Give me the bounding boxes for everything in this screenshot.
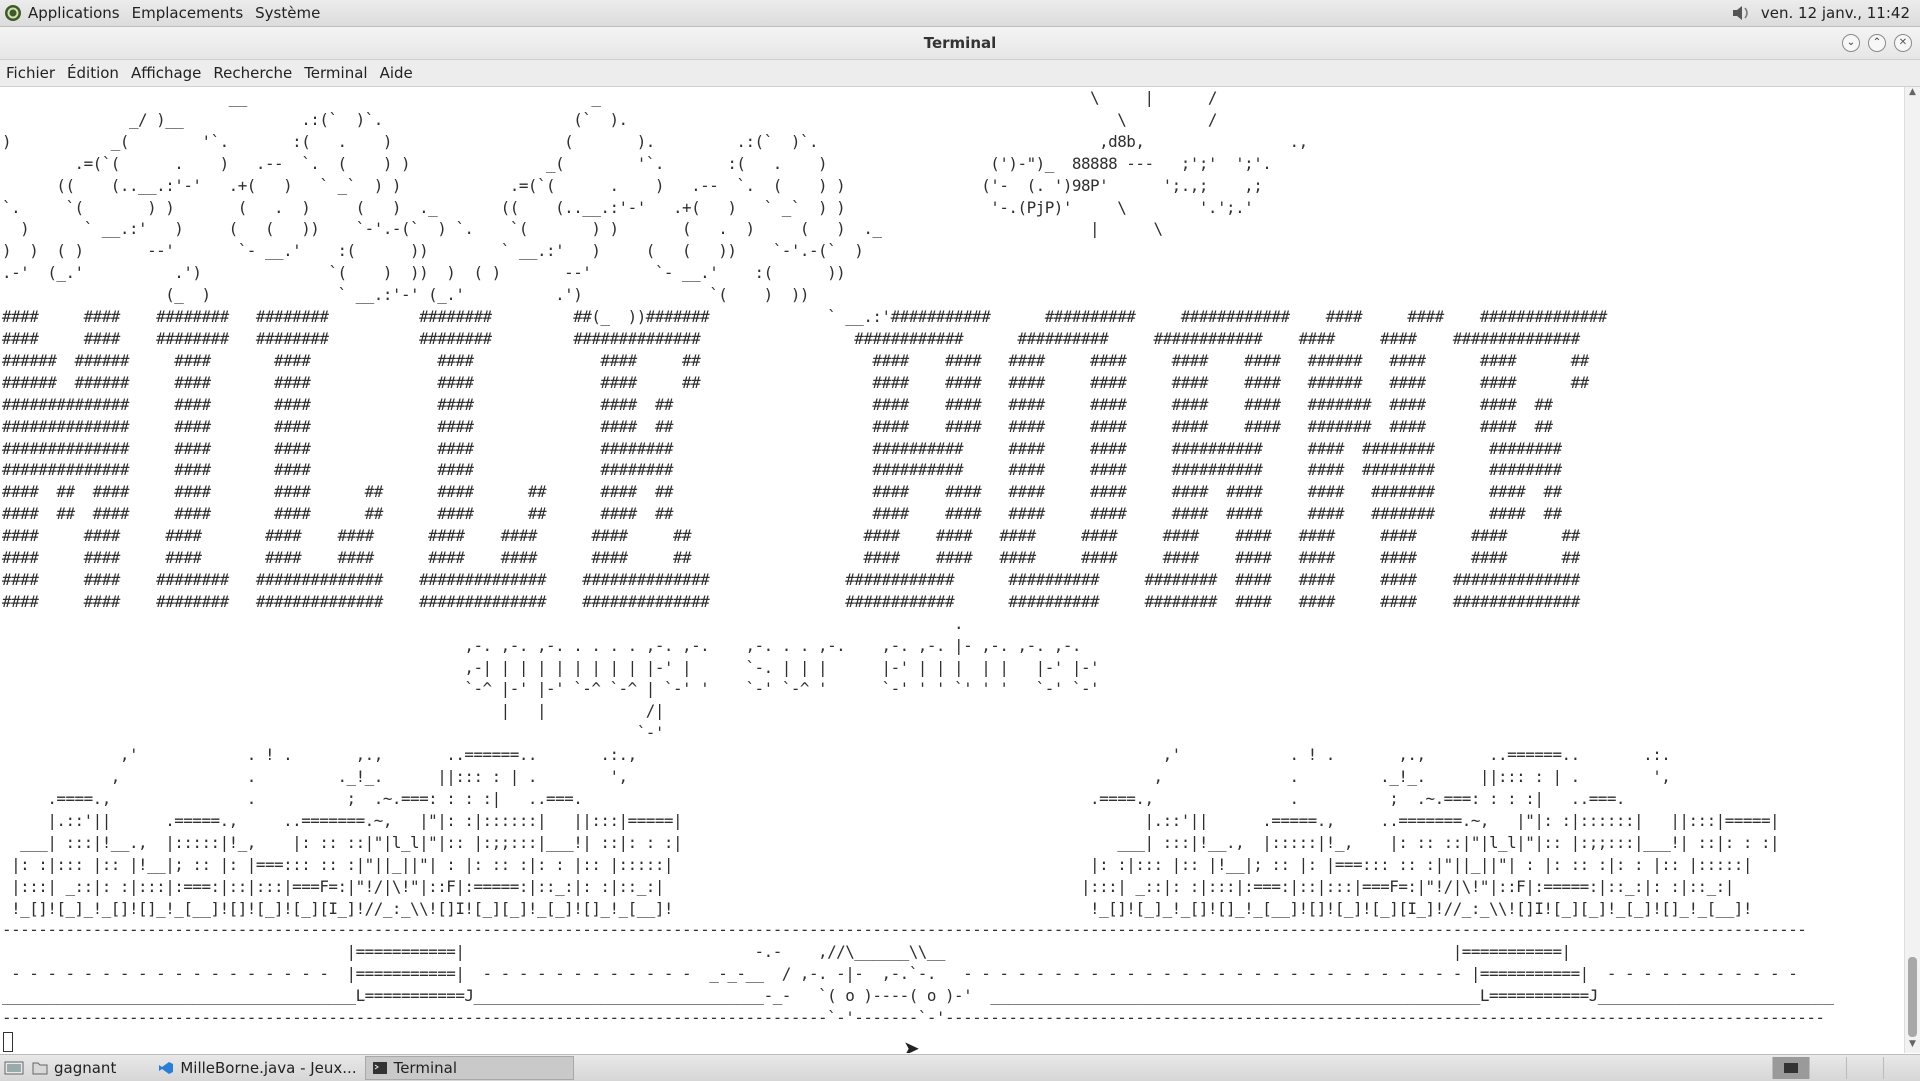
menu-applications[interactable]: Applications: [28, 4, 120, 22]
window-title-bar[interactable]: Terminal ⌄ ⌃ ✕: [0, 27, 1920, 60]
menu-affichage[interactable]: Affichage: [125, 64, 207, 82]
menu-recherche[interactable]: Recherche: [207, 64, 298, 82]
minimize-icon[interactable]: ⌄: [1842, 34, 1860, 52]
terminal-area[interactable]: __ _ \ | / _/ )__ .:(` )`. (` ). \ /) _…: [0, 87, 1905, 1053]
window-title: Terminal: [923, 34, 997, 52]
folder-icon: [32, 1062, 48, 1075]
workspace-4[interactable]: [1883, 1057, 1920, 1079]
window-controls: ⌄ ⌃ ✕: [1842, 27, 1912, 59]
taskbar-item-label: Terminal: [393, 1059, 457, 1077]
maximize-icon[interactable]: ⌃: [1868, 34, 1886, 52]
workspace-1[interactable]: [1772, 1057, 1809, 1079]
workspace-2[interactable]: [1809, 1057, 1846, 1079]
distro-logo-icon[interactable]: [4, 4, 22, 22]
terminal-icon: [372, 1062, 387, 1074]
taskbar-item-terminal[interactable]: Terminal: [364, 1056, 574, 1080]
taskbar-item-editor[interactable]: MilleBorne.java - Jeux...: [152, 1057, 362, 1079]
menu-system[interactable]: Système: [255, 4, 320, 22]
scroll-up-icon[interactable]: ▲: [1905, 87, 1920, 101]
workspace-3[interactable]: [1846, 1057, 1883, 1079]
menubar: Fichier Édition Affichage Recherche Term…: [0, 60, 1920, 87]
text-cursor: [3, 1032, 13, 1052]
scrollbar[interactable]: ▲ ▼: [1904, 87, 1920, 1053]
menu-terminal[interactable]: Terminal: [298, 64, 373, 82]
taskbar-item-label: gagnant: [54, 1059, 117, 1077]
mouse-pointer-icon: ➤: [903, 1036, 920, 1053]
volume-icon[interactable]: [1731, 4, 1753, 22]
top-panel-status: ven. 12 janv., 11:42: [1731, 0, 1910, 26]
menu-places[interactable]: Emplacements: [132, 4, 244, 22]
clock[interactable]: ven. 12 janv., 11:42: [1761, 4, 1910, 22]
vscode-icon: [159, 1062, 174, 1074]
menu-fichier[interactable]: Fichier: [0, 64, 61, 82]
top-menu: Applications Emplacements Système: [0, 4, 332, 22]
taskbar-item-label: MilleBorne.java - Jeux...: [180, 1059, 357, 1077]
window-thumbnail-icon: [1784, 1063, 1798, 1073]
taskbar-item-gagnant[interactable]: gagnant: [26, 1057, 122, 1079]
workspace-switcher: [1772, 1055, 1920, 1081]
menu-edition[interactable]: Édition: [61, 64, 125, 82]
scrollbar-thumb[interactable]: [1908, 957, 1917, 1037]
top-panel: Applications Emplacements Système ven. 1…: [0, 0, 1920, 27]
close-icon[interactable]: ✕: [1894, 34, 1912, 52]
menu-aide[interactable]: Aide: [374, 64, 419, 82]
terminal-output: __ _ \ | / _/ )__ .:(` )`. (` ). \ /) _…: [2, 88, 1834, 1028]
taskbar: gagnant MilleBorne.java - Jeux... Termin…: [0, 1054, 1920, 1081]
scroll-down-icon[interactable]: ▼: [1905, 1039, 1920, 1053]
show-desktop-icon[interactable]: [4, 1060, 24, 1076]
